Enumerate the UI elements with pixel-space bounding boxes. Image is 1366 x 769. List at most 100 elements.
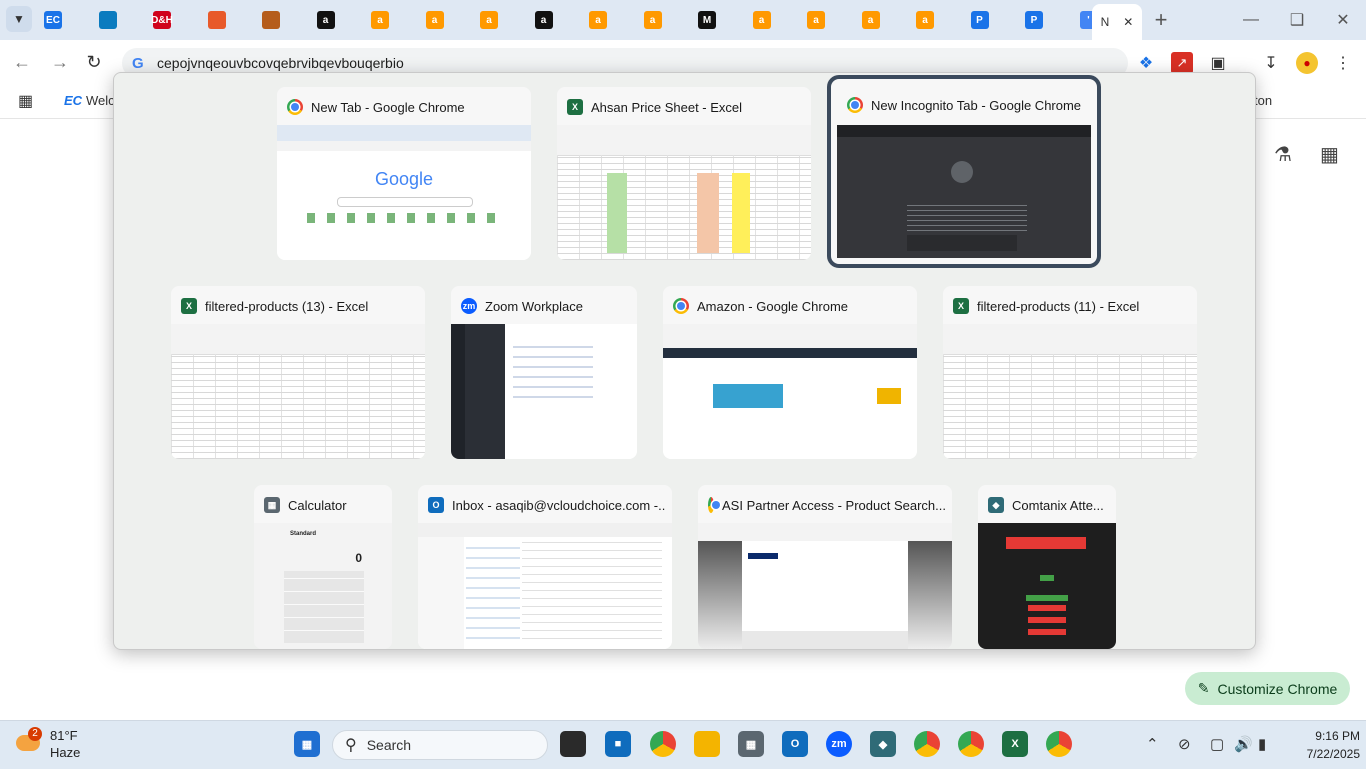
taskbar: 2 81°F Haze ▦ ⚲ Search ■ ▦ O zm ◆ X ⌃ ⊘ … — [0, 720, 1366, 769]
tab-3[interactable] — [207, 6, 262, 34]
window-thumbnail: Standard 0 — [254, 523, 392, 649]
tab-favicon-icon — [98, 11, 117, 29]
ec-bookmark-icon: EC — [64, 93, 83, 108]
weather-widget[interactable]: 2 81°F Haze — [16, 727, 126, 763]
window-thumbnail — [663, 324, 917, 459]
chrome-profile-taskbar-icon[interactable] — [914, 731, 940, 757]
window-title: Amazon - Google Chrome — [697, 298, 849, 314]
tab-14[interactable]: a — [807, 6, 861, 34]
clock-date: 7/22/2025 — [1306, 747, 1360, 761]
excel-taskbar-icon[interactable]: X — [1002, 731, 1028, 757]
bookmark-item-right[interactable]: ton — [1254, 93, 1272, 108]
profile-avatar[interactable]: ● — [1296, 52, 1318, 74]
chrome-profile3-taskbar-icon[interactable] — [1046, 731, 1072, 757]
tab-favicon-icon — [207, 11, 226, 29]
tab-favicon-icon: a — [916, 11, 934, 29]
tab-16[interactable]: a — [916, 6, 970, 34]
tab-4[interactable] — [262, 6, 316, 34]
pdf-extension-icon[interactable]: ↗ — [1171, 52, 1193, 74]
close-window-button[interactable]: ✕ — [1320, 0, 1366, 40]
tab-0[interactable]: EC — [44, 6, 98, 34]
clock[interactable]: 9:16 PM 7/22/2025 — [1286, 729, 1360, 761]
active-tab-label: N — [1100, 15, 1110, 29]
google-g-icon: G — [132, 55, 144, 72]
window-title: Comtanix Atte... — [1012, 497, 1104, 513]
minimize-button[interactable]: — — [1228, 0, 1274, 40]
tab-13[interactable]: a — [752, 6, 807, 34]
tab-8[interactable]: a — [480, 6, 534, 34]
start-button[interactable]: ▦ — [294, 731, 320, 757]
file-explorer-icon[interactable] — [694, 731, 720, 757]
tab-2[interactable]: D&H — [151, 6, 207, 34]
tab-favicon-icon: a — [371, 11, 389, 29]
back-button[interactable]: ← — [10, 50, 34, 74]
tab-11[interactable]: a — [643, 6, 698, 34]
comtanix-taskbar-icon[interactable]: ◆ — [870, 731, 896, 757]
tab-18[interactable]: P — [1025, 6, 1079, 34]
volume-icon[interactable]: 🔊 — [1234, 735, 1253, 753]
window-filtered-products-11[interactable]: Xfiltered-products (11) - Excel — [943, 286, 1197, 459]
chevron-up-icon[interactable]: ⌃ — [1146, 735, 1159, 753]
chrome-profile2-taskbar-icon[interactable] — [958, 731, 984, 757]
window-amazon[interactable]: Amazon - Google Chrome — [663, 286, 917, 459]
menu-kebab-icon[interactable]: ⋮ — [1332, 52, 1354, 74]
forward-button[interactable]: → — [48, 50, 72, 74]
outlook-taskbar-icon[interactable]: O — [782, 731, 808, 757]
zoom-taskbar-icon[interactable]: zm — [826, 731, 852, 757]
chrome-icon — [847, 97, 863, 113]
tab-1[interactable] — [98, 6, 153, 34]
reload-button[interactable]: ↻ — [82, 50, 106, 74]
tab-6[interactable]: a — [371, 6, 425, 34]
window-zoom[interactable]: zm Zoom Workplace — [451, 286, 637, 459]
customize-chrome-button[interactable]: ✎ Customize Chrome — [1185, 672, 1350, 705]
display-icon[interactable]: ▢ — [1210, 735, 1224, 753]
task-view-icon[interactable] — [560, 731, 586, 757]
address-bar-url[interactable]: cepojvnqeouvbcovqebrvibqevbouqerbio — [157, 55, 404, 71]
new-tab-button[interactable]: + — [1144, 0, 1178, 40]
window-new-tab[interactable]: New Tab - Google Chrome Google — [277, 87, 531, 260]
window-incognito[interactable]: New Incognito Tab - Google Chrome — [827, 75, 1101, 268]
download-icon[interactable]: ↧ — [1260, 52, 1282, 74]
window-calculator[interactable]: ▦ Calculator Standard 0 — [254, 485, 392, 649]
tab-10[interactable]: a — [589, 6, 643, 34]
chevron-down-icon: ▼ — [13, 12, 25, 26]
window-title: Zoom Workplace — [485, 298, 584, 314]
calculator-display: 0 — [355, 551, 362, 565]
window-thumbnail: Google — [277, 125, 531, 260]
tab-active[interactable]: N ✕ — [1092, 4, 1142, 40]
chrome-taskbar-icon[interactable] — [650, 731, 676, 757]
taskbar-search[interactable]: ⚲ Search — [332, 730, 548, 760]
apps-grid-icon[interactable]: ▦ — [18, 91, 33, 111]
window-outlook-inbox[interactable]: O Inbox - asaqib@vcloudchoice.com -... — [418, 485, 672, 649]
excel-icon: X — [567, 99, 583, 115]
tab-9[interactable]: a — [534, 6, 589, 34]
window-filtered-products-13[interactable]: Xfiltered-products (13) - Excel — [171, 286, 425, 459]
tab-favicon-icon: M — [698, 11, 716, 29]
maximize-button[interactable]: ❑ — [1274, 0, 1320, 40]
tab-17[interactable]: P — [970, 6, 1025, 34]
tab-search-button[interactable]: ▼ — [6, 6, 32, 32]
tab-7[interactable]: a — [425, 6, 480, 34]
zoom-icon: zm — [461, 298, 477, 314]
tab-strip: ▼ EC D&H a a a a a a a Ma a a a P P ' N ✕ + — ❑ ✕ — [0, 0, 1366, 40]
weather-temp: 81°F — [50, 728, 78, 743]
window-comtanix[interactable]: ◆ Comtanix Atte... — [978, 485, 1116, 649]
labs-flask-icon[interactable]: ⚗ — [1274, 142, 1292, 167]
network-off-icon[interactable]: ⊘ — [1178, 735, 1191, 753]
tab-12[interactable]: M — [698, 6, 752, 34]
close-icon[interactable]: ✕ — [1123, 15, 1133, 29]
tab-15[interactable]: a — [861, 6, 916, 34]
bookmark-item[interactable]: Welc — [86, 93, 115, 108]
excel-icon: X — [181, 298, 197, 314]
apps-grid-icon[interactable]: ▦ — [1320, 142, 1339, 167]
puzzle-icon[interactable]: ▣ — [1207, 52, 1229, 74]
pencil-icon: ✎ — [1197, 680, 1210, 696]
store-icon[interactable]: ■ — [605, 731, 631, 757]
window-asi-partner[interactable]: ASI Partner Access - Product Search... — [698, 485, 952, 649]
battery-icon[interactable]: ▮ — [1258, 735, 1266, 753]
tab-5[interactable]: a — [316, 6, 371, 34]
window-ahsan-price-sheet[interactable]: X Ahsan Price Sheet - Excel — [557, 87, 811, 260]
extension-icon[interactable]: ❖ — [1135, 52, 1157, 74]
tab-favicon-icon: a — [589, 11, 607, 29]
calculator-taskbar-icon[interactable]: ▦ — [738, 731, 764, 757]
